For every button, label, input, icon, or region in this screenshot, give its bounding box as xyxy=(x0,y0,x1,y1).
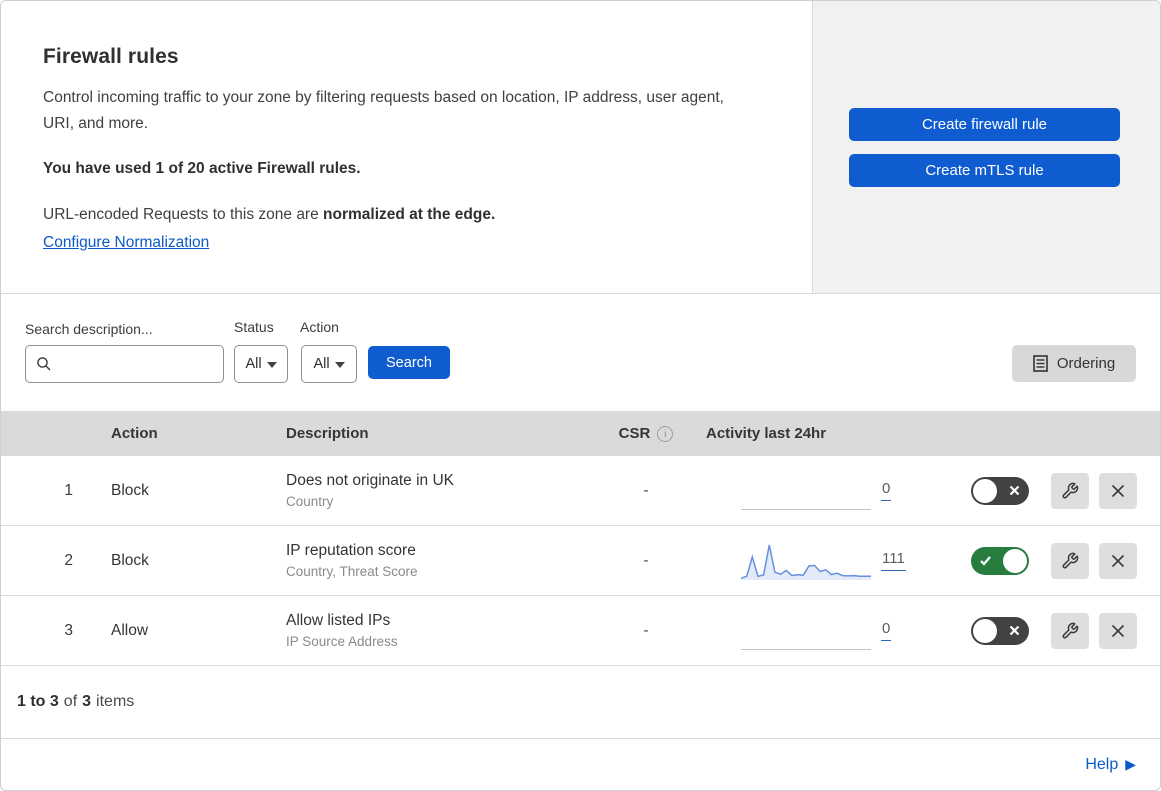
filter-bar: Search description... Status All Action … xyxy=(1,295,1160,411)
edit-rule-button[interactable] xyxy=(1051,542,1089,579)
description-column-header: Description xyxy=(286,425,369,442)
page-title: Firewall rules xyxy=(43,45,179,68)
rule-priority: 2 xyxy=(64,551,73,569)
x-icon xyxy=(1110,553,1126,569)
items-range: 1 to 3 xyxy=(17,693,59,710)
activity-count-link[interactable]: 0 xyxy=(881,480,892,501)
rule-description-cell: Allow listed IPs IP Source Address xyxy=(266,612,591,649)
firewall-rules-card: Firewall rules Control incoming traffic … xyxy=(0,0,1161,791)
wrench-icon xyxy=(1061,482,1079,500)
create-mtls-rule-button[interactable]: Create mTLS rule xyxy=(849,153,1120,187)
activity-count-link[interactable]: 0 xyxy=(881,620,892,641)
items-text: items xyxy=(96,693,135,710)
rule-enabled-toggle[interactable] xyxy=(971,616,1029,645)
chevron-down-icon xyxy=(266,362,277,368)
toggle-knob xyxy=(973,618,997,643)
rule-fields: Country xyxy=(286,494,334,509)
rule-fields: IP Source Address xyxy=(286,634,398,649)
normalization-text: URL-encoded Requests to this zone are no… xyxy=(43,206,752,224)
rule-csr-value: - xyxy=(643,552,649,569)
status-filter-dropdown[interactable]: All xyxy=(234,345,288,383)
header-text-panel: Firewall rules Control incoming traffic … xyxy=(1,1,813,293)
header-section: Firewall rules Control incoming traffic … xyxy=(1,1,1160,294)
help-bar: Help ▶ xyxy=(1,739,1160,790)
edit-rule-button[interactable] xyxy=(1051,612,1089,649)
activity-sparkline xyxy=(741,540,871,582)
x-icon xyxy=(1008,624,1021,637)
csr-header-label: CSR xyxy=(618,425,651,442)
chevron-down-icon xyxy=(334,362,345,368)
table-row: 3 Allow Allow listed IPs IP Source Addre… xyxy=(1,596,1160,666)
help-link[interactable]: Help ▶ xyxy=(1085,756,1136,774)
rule-action: Block xyxy=(111,481,149,499)
rule-priority: 3 xyxy=(64,621,73,639)
search-description-label: Search description... xyxy=(25,321,153,337)
x-icon xyxy=(1008,484,1021,497)
x-icon xyxy=(1110,623,1126,639)
pagination-summary: 1 to 3 of 3 items xyxy=(1,666,1160,739)
arrow-right-icon: ▶ xyxy=(1125,756,1136,772)
table-header-row: Action Description CSR i Activity last 2… xyxy=(1,411,1160,456)
csr-column-header: CSR i xyxy=(619,425,674,442)
rule-enabled-toggle[interactable] xyxy=(971,546,1029,575)
normalization-bold: normalized at the edge. xyxy=(323,206,496,224)
rule-fields: Country, Threat Score xyxy=(286,564,418,579)
configure-normalization-link[interactable]: Configure Normalization xyxy=(43,234,209,252)
info-icon[interactable]: i xyxy=(657,425,674,442)
activity-sparkline-flat xyxy=(741,470,871,512)
rule-csr-value: - xyxy=(643,482,649,499)
table-row: 2 Block IP reputation score Country, Thr… xyxy=(1,526,1160,596)
create-buttons-panel: Create firewall rule Create mTLS rule xyxy=(813,1,1160,293)
rule-description-cell: Does not originate in UK Country xyxy=(266,472,591,509)
status-filter-label: Status xyxy=(234,319,274,335)
action-filter-value: All xyxy=(313,356,330,372)
ordering-button[interactable]: Ordering xyxy=(1012,345,1136,382)
activity-column-header: Activity last 24hr xyxy=(706,425,827,442)
rule-action: Allow xyxy=(111,621,149,639)
action-column-header: Action xyxy=(111,425,158,442)
activity-sparkline-flat xyxy=(741,610,871,652)
search-icon xyxy=(36,356,52,372)
usage-count-text: You have used 1 of 20 active Firewall ru… xyxy=(43,160,361,178)
toggle-knob xyxy=(1003,548,1027,573)
rule-priority: 1 xyxy=(64,481,73,499)
items-total: 3 xyxy=(82,693,92,710)
rule-description: Allow listed IPs xyxy=(286,612,391,629)
check-icon xyxy=(979,554,992,567)
rule-enabled-toggle[interactable] xyxy=(971,476,1029,505)
normalization-prefix: URL-encoded Requests to this zone are xyxy=(43,206,324,224)
search-input[interactable] xyxy=(58,346,239,382)
edit-rule-button[interactable] xyxy=(1051,472,1089,509)
help-link-label: Help xyxy=(1085,755,1119,773)
table-row: 1 Block Does not originate in UK Country… xyxy=(1,456,1160,526)
wrench-icon xyxy=(1061,622,1079,640)
search-button[interactable]: Search xyxy=(368,346,450,379)
activity-count-link[interactable]: 111 xyxy=(881,550,906,571)
ordering-list-icon xyxy=(1033,355,1048,372)
rules-table: Action Description CSR i Activity last 2… xyxy=(1,411,1160,666)
action-filter-dropdown[interactable]: All xyxy=(301,345,357,383)
rule-csr-value: - xyxy=(643,622,649,639)
action-filter-label: Action xyxy=(300,319,339,335)
rule-description: Does not originate in UK xyxy=(286,472,455,489)
status-filter-value: All xyxy=(245,356,262,372)
create-firewall-rule-button[interactable]: Create firewall rule xyxy=(849,107,1120,141)
toggle-knob xyxy=(973,478,997,503)
delete-rule-button[interactable] xyxy=(1099,612,1137,649)
wrench-icon xyxy=(1061,552,1079,570)
page-description: Control incoming traffic to your zone by… xyxy=(43,89,724,132)
ordering-button-label: Ordering xyxy=(1056,355,1116,372)
search-input-box[interactable] xyxy=(25,345,239,383)
rule-description: IP reputation score xyxy=(286,542,416,559)
delete-rule-button[interactable] xyxy=(1099,472,1137,509)
x-icon xyxy=(1110,483,1126,499)
of-text: of xyxy=(63,693,78,710)
delete-rule-button[interactable] xyxy=(1099,542,1137,579)
rule-description-cell: IP reputation score Country, Threat Scor… xyxy=(266,542,591,579)
rule-action: Block xyxy=(111,551,149,569)
